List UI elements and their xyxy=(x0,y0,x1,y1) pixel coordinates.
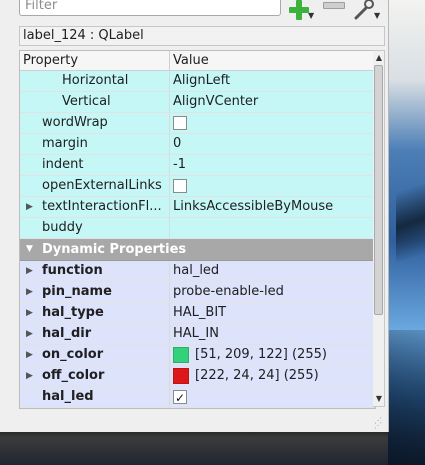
property-name: hal_dir xyxy=(42,326,92,341)
wrench-icon xyxy=(354,0,374,20)
wordwrap-checkbox[interactable] xyxy=(173,116,187,130)
add-dynamic-property-button[interactable]: ▼ xyxy=(287,0,315,22)
property-name: Horizontal xyxy=(62,73,129,88)
table-row[interactable]: ▶ function hal_led xyxy=(20,261,375,282)
expand-arrow-icon[interactable]: ▶ xyxy=(26,324,33,344)
window-shadow xyxy=(0,432,388,465)
table-header: Property Value xyxy=(20,51,375,71)
expand-arrow-icon[interactable]: ▶ xyxy=(26,303,33,323)
table-row[interactable]: ▶ on_color [51, 209, 122] (255) xyxy=(20,345,375,366)
expand-arrow-icon[interactable]: ▶ xyxy=(26,282,33,302)
property-name: indent xyxy=(42,157,84,172)
table-row[interactable]: ▶ hal_dir HAL_IN xyxy=(20,324,375,345)
table-row[interactable]: ▶ pin_name probe-enable-led xyxy=(20,282,375,303)
property-value[interactable]: AlignVCenter xyxy=(170,92,375,112)
property-value[interactable]: 0 xyxy=(170,134,375,154)
filter-input[interactable]: Filter xyxy=(19,0,281,16)
property-value[interactable]: HAL_IN xyxy=(170,324,375,344)
property-value[interactable] xyxy=(170,176,375,196)
table-row[interactable]: ▶ off_color [222, 24, 24] (255) xyxy=(20,366,375,387)
property-value[interactable]: [222, 24, 24] (255) xyxy=(170,366,375,386)
property-name: hal_type xyxy=(42,305,104,320)
scrollbar-thumb[interactable] xyxy=(374,65,383,315)
vertical-scrollbar[interactable]: ▲ ▼ xyxy=(373,50,385,407)
table-row[interactable]: openExternalLinks xyxy=(20,176,375,197)
property-value[interactable]: HAL_BIT xyxy=(170,303,375,323)
collapse-arrow-icon[interactable]: ▼ xyxy=(26,239,33,260)
remove-dynamic-property-button[interactable] xyxy=(321,0,345,22)
color-swatch xyxy=(173,347,189,363)
minus-icon xyxy=(323,2,345,9)
property-name: off_color xyxy=(42,368,105,383)
property-value[interactable] xyxy=(170,387,375,407)
table-row[interactable]: Horizontal AlignLeft xyxy=(20,71,375,92)
color-value: [222, 24, 24] (255) xyxy=(195,368,319,383)
property-name: function xyxy=(42,263,103,278)
property-name: Vertical xyxy=(62,94,111,109)
property-name: buddy xyxy=(42,220,83,235)
open-external-links-checkbox[interactable] xyxy=(173,179,187,193)
property-value[interactable]: probe-enable-led xyxy=(170,282,375,302)
table-row[interactable]: ▶ textInteractionFl... LinksAccessibleBy… xyxy=(20,197,375,218)
table-row[interactable]: wordWrap xyxy=(20,113,375,134)
color-swatch xyxy=(173,368,189,384)
property-name: openExternalLinks xyxy=(42,178,162,193)
table-row[interactable]: hal_led xyxy=(20,387,375,408)
desktop-wallpaper xyxy=(388,0,425,465)
table-row[interactable]: ▶ hal_type HAL_BIT xyxy=(20,303,375,324)
property-name: textInteractionFl... xyxy=(42,199,162,214)
object-class-label: label_124 : QLabel xyxy=(19,26,385,46)
configure-button[interactable]: ▼ xyxy=(353,0,383,22)
scroll-up-icon[interactable]: ▲ xyxy=(374,53,384,63)
plus-icon xyxy=(289,0,309,20)
expand-arrow-icon[interactable]: ▶ xyxy=(26,366,33,386)
dynamic-properties-group[interactable]: ▼ Dynamic Properties xyxy=(20,239,375,261)
property-name: margin xyxy=(42,136,88,151)
property-name: wordWrap xyxy=(42,115,108,130)
expand-arrow-icon[interactable]: ▶ xyxy=(26,345,33,365)
property-name: hal_led xyxy=(42,389,94,404)
property-value[interactable] xyxy=(170,113,375,133)
column-header-value[interactable]: Value xyxy=(170,51,375,70)
property-value[interactable]: LinksAccessibleByMouse xyxy=(170,197,375,217)
property-table: Property Value Horizontal AlignLeft Vert… xyxy=(19,50,376,409)
resize-grip-icon[interactable]: ⋰ ⋰ xyxy=(374,417,384,430)
expand-arrow-icon[interactable]: ▶ xyxy=(26,261,33,281)
expand-arrow-icon[interactable]: ▶ xyxy=(26,197,33,217)
dropdown-caret-icon: ▼ xyxy=(374,11,381,20)
property-value[interactable]: hal_led xyxy=(170,261,375,281)
property-name: on_color xyxy=(42,347,104,362)
dropdown-caret-icon: ▼ xyxy=(308,11,315,20)
table-row[interactable]: margin 0 xyxy=(20,134,375,155)
scroll-down-icon[interactable]: ▼ xyxy=(374,394,384,404)
table-row[interactable]: Vertical AlignVCenter xyxy=(20,92,375,113)
palm-silhouette xyxy=(396,120,425,350)
color-value: [51, 209, 122] (255) xyxy=(195,347,327,362)
table-row[interactable]: indent -1 xyxy=(20,155,375,176)
group-title: Dynamic Properties xyxy=(42,242,187,257)
table-row[interactable]: buddy xyxy=(20,218,375,239)
property-value[interactable] xyxy=(170,218,375,238)
property-editor-panel: Filter ▼ ▼ label_124 : QLabel Property V… xyxy=(0,0,389,432)
hal-led-checkbox[interactable] xyxy=(173,388,187,407)
property-value[interactable]: [51, 209, 122] (255) xyxy=(170,345,375,365)
property-value[interactable]: AlignLeft xyxy=(170,71,375,91)
property-value[interactable]: -1 xyxy=(170,155,375,175)
column-header-property[interactable]: Property xyxy=(20,51,170,70)
palm-silhouette-lower xyxy=(388,330,425,465)
property-name: pin_name xyxy=(42,284,112,299)
